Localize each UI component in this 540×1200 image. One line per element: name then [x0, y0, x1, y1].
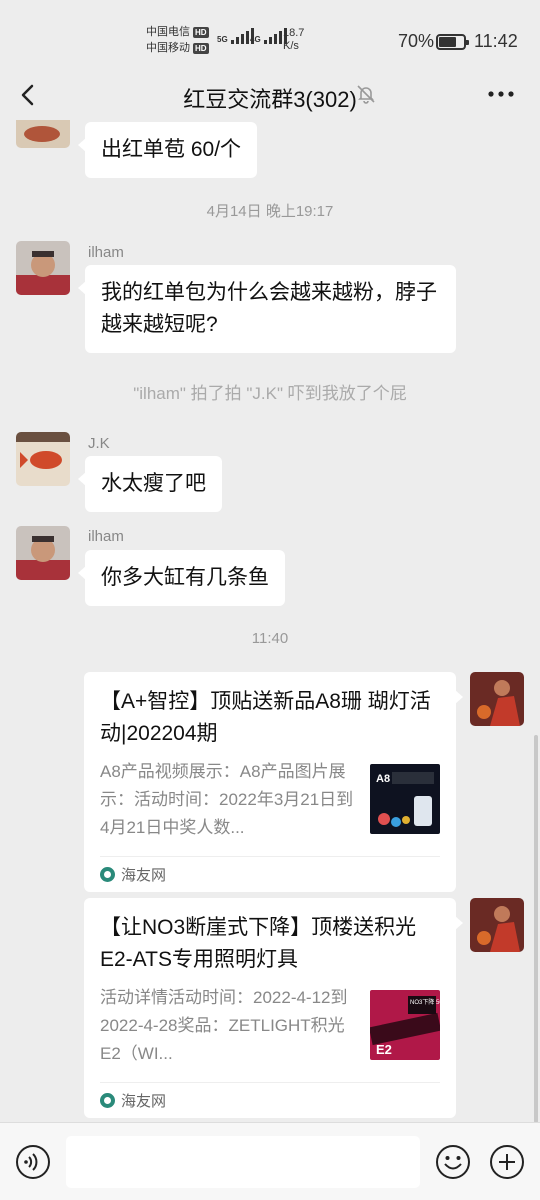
message-text: 你多大缸有几条鱼 — [101, 566, 269, 589]
sender-name: ilham — [88, 244, 124, 261]
message-bubble[interactable]: 我的红单包为什么会越来越粉，脖子越来越短呢? — [78, 265, 456, 353]
carrier-2: 中国移动 — [146, 42, 190, 54]
card-source: 海友网 — [100, 1082, 440, 1118]
card-title: 【让NO3断崖式下降】顶楼送积光E2-ATS专用照明灯具 — [100, 916, 417, 971]
speed-value: 18.7 — [283, 27, 305, 39]
plus-icon[interactable] — [489, 1144, 525, 1180]
status-bar: 中国电信 HD 中国移动 HD 5G 4G 18.7 K/s 70% 11:42 — [0, 0, 540, 80]
network-speed: 18.7 K/s — [283, 27, 304, 53]
card-description: 活动详情活动时间：2022-4-12到2022-4-28奖品：ZETLIGHT积… — [100, 988, 348, 1063]
sender-name: ilham — [88, 528, 124, 545]
carrier-1: 中国电信 — [146, 26, 190, 38]
my-avatar[interactable] — [470, 672, 524, 726]
card-thumbnail: A8 — [370, 764, 440, 834]
avatar[interactable] — [16, 526, 70, 580]
message-input[interactable] — [66, 1136, 420, 1188]
message-text: 出红单苞 60/个 — [101, 138, 242, 161]
thumb-sub: NO3下降 50不要用 — [410, 998, 440, 1006]
timestamp: 11:40 — [251, 630, 289, 647]
avatar[interactable] — [16, 241, 70, 295]
my-avatar[interactable] — [470, 898, 524, 952]
signal-4g-icon: 4G — [250, 28, 287, 44]
more-dots-icon[interactable] — [486, 84, 516, 104]
thumb-label: A8 — [376, 773, 390, 785]
hd-badge: HD — [193, 42, 209, 54]
card-description: A8产品视频展示：A8产品图片展示：活动时间：2022年3月21日到4月21日中… — [100, 762, 354, 837]
speed-unit: K/s — [283, 40, 299, 52]
input-bar — [0, 1122, 540, 1200]
sender-name: J.K — [88, 435, 110, 452]
emoji-icon[interactable] — [435, 1144, 471, 1180]
card-source: 海友网 — [100, 856, 440, 892]
avatar[interactable] — [16, 120, 70, 148]
chat-header: 红豆交流群3(302) — [0, 70, 540, 120]
carrier-info: 中国电信 HD 中国移动 HD — [146, 24, 209, 56]
timestamp: 4月14日 晚上19:17 — [206, 203, 334, 220]
battery-icon — [436, 34, 469, 50]
page-title: 红豆交流群3(302) — [183, 87, 357, 112]
source-logo-icon — [100, 867, 115, 882]
source-name: 海友网 — [121, 1093, 167, 1110]
chat-messages[interactable]: 出红单苞 60/个 4月14日 晚上19:17 ilham 我的红单包为什么会越… — [0, 120, 540, 1122]
battery-percent: 70% — [398, 31, 435, 51]
signal-label: 4G — [250, 35, 261, 44]
mute-bell-icon — [354, 82, 378, 106]
message-text: 水太瘦了吧 — [101, 472, 206, 495]
hd-badge: HD — [193, 26, 209, 38]
message-bubble[interactable]: 出红单苞 60/个 — [77, 122, 258, 178]
system-message: "ilham" 拍了拍 "J.K" 吓到我放了个屁 — [133, 384, 407, 403]
thumb-label: E2 — [376, 1042, 392, 1057]
card-title: 【A+智控】顶贴送新品A8珊 瑚灯活动|202204期 — [100, 690, 431, 745]
link-card[interactable]: 【让NO3断崖式下降】顶楼送积光E2-ATS专用照明灯具 活动详情活动时间：20… — [84, 898, 463, 1118]
voice-icon[interactable] — [15, 1144, 51, 1180]
battery-level — [439, 37, 456, 47]
message-text: 我的红单包为什么会越来越粉，脖子越来越短呢? — [101, 281, 437, 336]
message-bubble[interactable]: 水太瘦了吧 — [78, 456, 222, 512]
avatar[interactable] — [16, 432, 70, 486]
card-thumbnail: NO3下降 50不要用 E2 — [370, 990, 440, 1060]
clock: 11:42 — [474, 31, 518, 51]
message-bubble[interactable]: 你多大缸有几条鱼 — [78, 550, 285, 606]
link-card[interactable]: 【A+智控】顶贴送新品A8珊 瑚灯活动|202204期 A8产品视频展示：A8产… — [84, 672, 463, 892]
source-name: 海友网 — [121, 867, 167, 884]
signal-label: 5G — [217, 35, 228, 44]
signal-5g-icon: 5G — [217, 28, 254, 44]
source-logo-icon — [100, 1093, 115, 1108]
scrollbar[interactable] — [534, 735, 538, 1122]
